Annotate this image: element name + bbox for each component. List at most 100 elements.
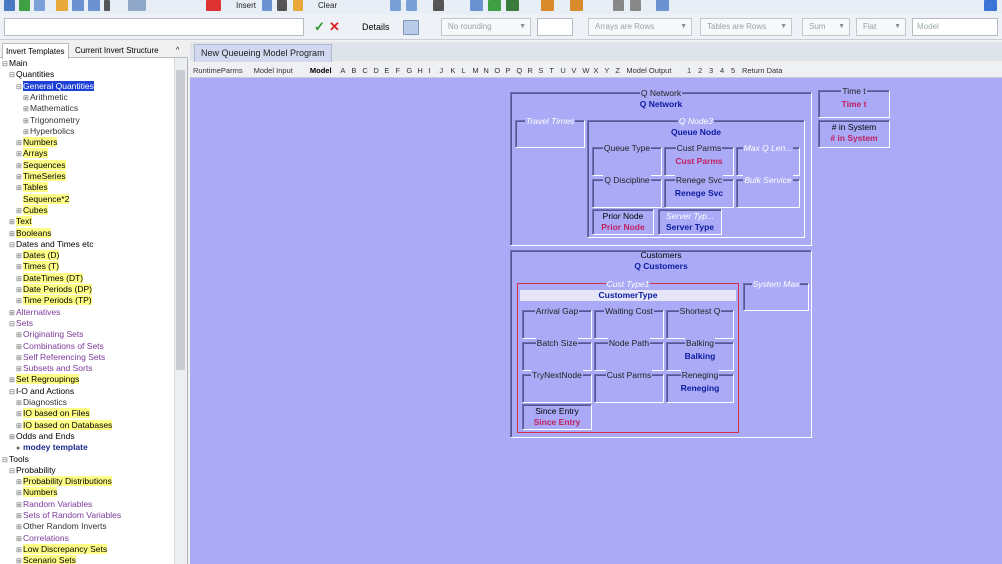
balking-node[interactable]: Balking Balking bbox=[666, 338, 734, 371]
tree-item[interactable]: ⊞Numbers bbox=[16, 487, 58, 498]
collapse-icon[interactable]: ⊟ bbox=[16, 82, 23, 93]
cancel-icon[interactable]: ✕ bbox=[329, 18, 340, 36]
tree-item[interactable]: ⊞Correlations bbox=[16, 533, 69, 544]
sheet-tab[interactable]: N bbox=[483, 64, 488, 77]
tree-item[interactable]: ⊞Date Periods (DP) bbox=[16, 284, 92, 295]
sheet-tab[interactable]: U bbox=[560, 64, 565, 77]
scissors-icon[interactable] bbox=[433, 0, 444, 11]
tree-item[interactable]: ⊞Mathematics bbox=[23, 103, 78, 114]
sheet-tab[interactable]: I bbox=[428, 64, 430, 77]
minus-icon[interactable] bbox=[506, 0, 519, 11]
clear-label[interactable]: Clear bbox=[318, 0, 337, 11]
tree-item[interactable]: ⊞Arrays bbox=[16, 148, 48, 159]
sheet-tab[interactable]: J bbox=[439, 64, 443, 77]
model-input[interactable]: Model bbox=[912, 18, 998, 36]
boxes-icon[interactable] bbox=[570, 0, 583, 11]
tree-item[interactable]: ⊟General Quantities bbox=[16, 80, 94, 93]
tree-item[interactable]: ⊞IO based on Databases bbox=[16, 419, 113, 431]
add-icon[interactable] bbox=[488, 0, 501, 11]
chevron-up-icon[interactable]: ^ bbox=[173, 43, 182, 58]
tree-item[interactable]: ⊟Dates and Times etc bbox=[9, 239, 93, 250]
calendar-icon[interactable] bbox=[403, 20, 419, 35]
window-icon[interactable] bbox=[656, 0, 669, 11]
cust-type1-node[interactable]: Cust Type1 CustomerType Arrival Gap Wait… bbox=[517, 279, 739, 433]
tree-item[interactable]: ⊟Main bbox=[2, 58, 27, 69]
since-entry-node[interactable]: Since Entry Since Entry bbox=[522, 404, 592, 430]
tree-item[interactable]: ⊞Text bbox=[9, 216, 32, 227]
sheet-tab[interactable]: R bbox=[527, 64, 532, 77]
node-path-node[interactable]: Node Path bbox=[594, 338, 664, 371]
tree-item[interactable]: ⊟Tools bbox=[2, 454, 29, 465]
collapse-icon[interactable]: ⊟ bbox=[9, 387, 16, 398]
tree-item[interactable]: ⊟Quantities bbox=[9, 69, 54, 80]
tab-document[interactable]: New Queueing Model Program bbox=[194, 44, 332, 62]
sheet-tab[interactable]: X bbox=[593, 64, 598, 77]
link-icon[interactable] bbox=[128, 0, 146, 11]
sheet-tab[interactable]: B bbox=[351, 64, 356, 77]
sheet-tab[interactable]: M bbox=[472, 64, 478, 77]
tree-item[interactable]: ⊞TimeSeries bbox=[16, 171, 66, 182]
formula-input[interactable] bbox=[4, 18, 304, 36]
sheet-tab[interactable]: P bbox=[505, 64, 510, 77]
customers-node[interactable]: Customers Q Customers Cust Type1 Custome… bbox=[510, 250, 812, 438]
sheet-tab[interactable]: F bbox=[395, 64, 400, 77]
collapse-icon[interactable]: ⊟ bbox=[9, 70, 16, 81]
brush-icon[interactable] bbox=[277, 0, 287, 11]
queue-type-node[interactable]: Queue Type bbox=[592, 143, 662, 176]
collapse-icon[interactable]: ⊟ bbox=[9, 466, 16, 477]
tree-item[interactable]: ⊞Originating Sets bbox=[16, 329, 83, 340]
collapse-icon[interactable]: ⊟ bbox=[2, 59, 9, 70]
tree-item[interactable]: ⊞Time Periods (TP) bbox=[16, 295, 92, 306]
sheet-tab[interactable]: Model bbox=[310, 64, 332, 77]
cust-parms-node[interactable]: Cust Parms Cust Parms bbox=[664, 143, 734, 176]
sheet-tab[interactable]: E bbox=[384, 64, 389, 77]
tree-item[interactable]: ⊞Set Regroupings bbox=[9, 374, 80, 385]
tree-item[interactable]: Sequence*2 bbox=[16, 193, 70, 205]
tree-item[interactable]: ⊞Alternatives bbox=[9, 307, 60, 318]
tree-item[interactable]: ⊞Odds and Ends bbox=[9, 431, 75, 442]
shortest-q-node[interactable]: Shortest Q bbox=[666, 306, 734, 339]
server-type-node[interactable]: Server Typ... Server Type bbox=[658, 209, 722, 235]
batch-size-node[interactable]: Batch Size bbox=[522, 338, 592, 371]
tree-item[interactable]: ⊞Arithmetic bbox=[23, 92, 68, 103]
sheet-tab[interactable]: S bbox=[538, 64, 543, 77]
waiting-cost-node[interactable]: Waiting Cost bbox=[594, 306, 664, 339]
box-icon[interactable] bbox=[541, 0, 554, 11]
tree-item[interactable]: ⊞Numbers bbox=[16, 137, 58, 148]
sheet-tab[interactable]: A bbox=[340, 64, 345, 77]
q-node3-node[interactable]: Q Node3 Queue Node Queue Type Cust Parms… bbox=[587, 116, 805, 238]
reneging-node[interactable]: Reneging Reneging bbox=[666, 370, 734, 403]
sheet-tab[interactable]: Y bbox=[604, 64, 609, 77]
renege-svc-node[interactable]: Renege Svc Renege Svc bbox=[664, 175, 734, 208]
chart-icon[interactable] bbox=[88, 0, 100, 11]
table-icon[interactable] bbox=[34, 0, 45, 11]
check-icon[interactable] bbox=[19, 0, 30, 11]
decimals-input[interactable] bbox=[537, 18, 573, 36]
system-max-node[interactable]: System Max bbox=[743, 279, 809, 311]
sheet-tab[interactable]: Model Output bbox=[626, 64, 671, 77]
sheet-icon[interactable] bbox=[72, 0, 84, 11]
n-in-system-node[interactable]: # in System # in System bbox=[818, 120, 890, 148]
tree-item[interactable]: ⊞Random Variables bbox=[16, 499, 92, 510]
sheet-tab[interactable]: L bbox=[461, 64, 465, 77]
sheet-tab[interactable]: Q bbox=[516, 64, 522, 77]
tree-item[interactable]: ⊞Combinations of Sets bbox=[16, 341, 104, 352]
sheet-tab[interactable]: O bbox=[494, 64, 500, 77]
collapse-icon[interactable]: ⊟ bbox=[2, 455, 9, 466]
q-network-node[interactable]: Q Network Q Network Travel Times Q Node3… bbox=[510, 88, 812, 246]
details-button[interactable]: Details bbox=[362, 18, 390, 36]
sheet-tab[interactable]: Return Data bbox=[742, 64, 782, 77]
lock-icon[interactable] bbox=[613, 0, 624, 11]
tree-item[interactable]: ● modey template bbox=[16, 442, 88, 453]
tree-item[interactable]: ⊞Trigonometry bbox=[23, 115, 80, 126]
tree-item[interactable]: ⊟Sets bbox=[9, 318, 33, 329]
pencil-icon[interactable] bbox=[56, 0, 68, 11]
grid-icon[interactable] bbox=[4, 0, 15, 11]
collapse-icon[interactable]: ⊟ bbox=[9, 240, 16, 251]
sheet-tab[interactable]: G bbox=[406, 64, 412, 77]
sheet-tab[interactable]: 1 bbox=[687, 64, 691, 77]
sheet-tab[interactable]: 5 bbox=[731, 64, 735, 77]
paste-icon[interactable] bbox=[293, 0, 303, 11]
tree-item[interactable]: ⊞IO based on Files bbox=[16, 408, 90, 419]
sheet-tab[interactable]: H bbox=[417, 64, 422, 77]
